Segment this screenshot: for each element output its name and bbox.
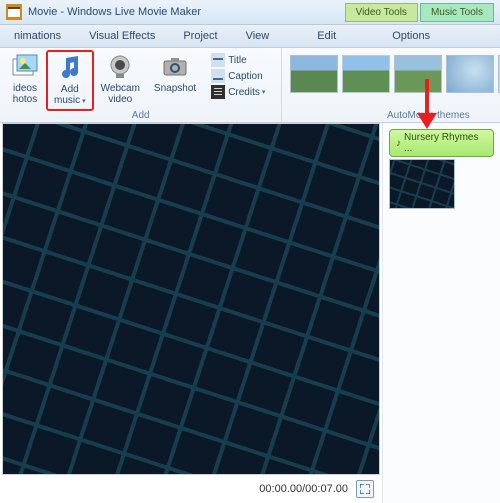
storyboard-pane[interactable]: ♪ Nursery Rhymes ...: [382, 123, 500, 503]
credits-button[interactable]: Credits▾: [207, 84, 269, 100]
theme-thumb-4[interactable]: [446, 55, 494, 93]
storyboard-clip[interactable]: [389, 159, 455, 209]
video-tools-tab[interactable]: Video Tools: [345, 3, 418, 22]
tab-options[interactable]: Options: [378, 25, 444, 47]
tab-visual-effects[interactable]: Visual Effects: [75, 25, 169, 47]
credits-icon: [211, 85, 225, 99]
label: Title: [228, 55, 247, 66]
fullscreen-button[interactable]: [356, 480, 374, 498]
title-bar: Movie - Windows Live Movie Maker Video T…: [0, 0, 500, 25]
ribbon: ideos hotos Add music▾ Webcam video Snap…: [0, 48, 500, 123]
label: ideos hotos: [13, 83, 37, 105]
label: Add music▾: [54, 84, 86, 107]
preview-pane: 00:00.00/00:07.00: [0, 123, 382, 503]
ribbon-group-automovie: ▲ ▼ ▾ AutoMovie themes: [282, 48, 500, 122]
music-clip-chip[interactable]: ♪ Nursery Rhymes ...: [389, 129, 494, 157]
camera-icon: [161, 53, 189, 81]
add-videos-photos-button[interactable]: ideos hotos: [4, 50, 46, 111]
caption-icon: [211, 69, 225, 83]
label: Snapshot: [154, 83, 196, 94]
label: Webcam video: [101, 83, 140, 105]
contextual-tab-group: Video Tools Music Tools: [343, 3, 494, 22]
music-note-icon: [56, 54, 84, 82]
photos-icon: [11, 53, 39, 81]
app-icon: [6, 4, 22, 20]
label: Caption: [228, 71, 262, 82]
clip-thumb-content: [389, 159, 455, 209]
caption-button[interactable]: Caption: [207, 68, 269, 84]
ribbon-tabs: nimations Visual Effects Project View Ed…: [0, 25, 500, 48]
label: Credits: [228, 87, 260, 98]
timecode: 00:00.00/00:07.00: [259, 483, 348, 495]
window-title: Movie - Windows Live Movie Maker: [28, 6, 201, 18]
music-tools-tab[interactable]: Music Tools: [420, 3, 494, 22]
title-icon: [211, 53, 225, 67]
tab-edit[interactable]: Edit: [303, 25, 350, 47]
group-label: AutoMovie themes: [282, 110, 500, 121]
music-clip-name: Nursery Rhymes ...: [404, 132, 487, 154]
fullscreen-icon: [360, 484, 370, 494]
text-buttons-col: Title Caption Credits▾: [203, 50, 273, 111]
group-label: Add: [0, 110, 281, 121]
tab-view[interactable]: View: [232, 25, 284, 47]
music-note-icon: ♪: [396, 138, 401, 149]
add-music-button[interactable]: Add music▾: [46, 50, 94, 111]
tab-project[interactable]: Project: [169, 25, 231, 47]
dropdown-arrow-icon: ▾: [82, 98, 86, 105]
dropdown-arrow-icon: ▾: [262, 88, 266, 96]
webcam-video-button[interactable]: Webcam video: [94, 50, 147, 111]
video-preview[interactable]: [2, 123, 380, 475]
webcam-icon: [106, 53, 134, 81]
preview-content: [2, 123, 380, 475]
snapshot-button[interactable]: Snapshot: [147, 50, 203, 111]
theme-thumb-2[interactable]: [342, 55, 390, 93]
title-button[interactable]: Title: [207, 52, 269, 68]
theme-thumb-3[interactable]: [394, 55, 442, 93]
tab-animations[interactable]: nimations: [0, 25, 75, 47]
preview-footer: 00:00.00/00:07.00: [2, 475, 380, 503]
theme-thumb-1[interactable]: [290, 55, 338, 93]
theme-gallery: ▲ ▼ ▾: [286, 50, 500, 98]
workspace: 00:00.00/00:07.00 ♪ Nursery Rhymes ...: [0, 123, 500, 503]
ribbon-group-add: ideos hotos Add music▾ Webcam video Snap…: [0, 48, 282, 122]
